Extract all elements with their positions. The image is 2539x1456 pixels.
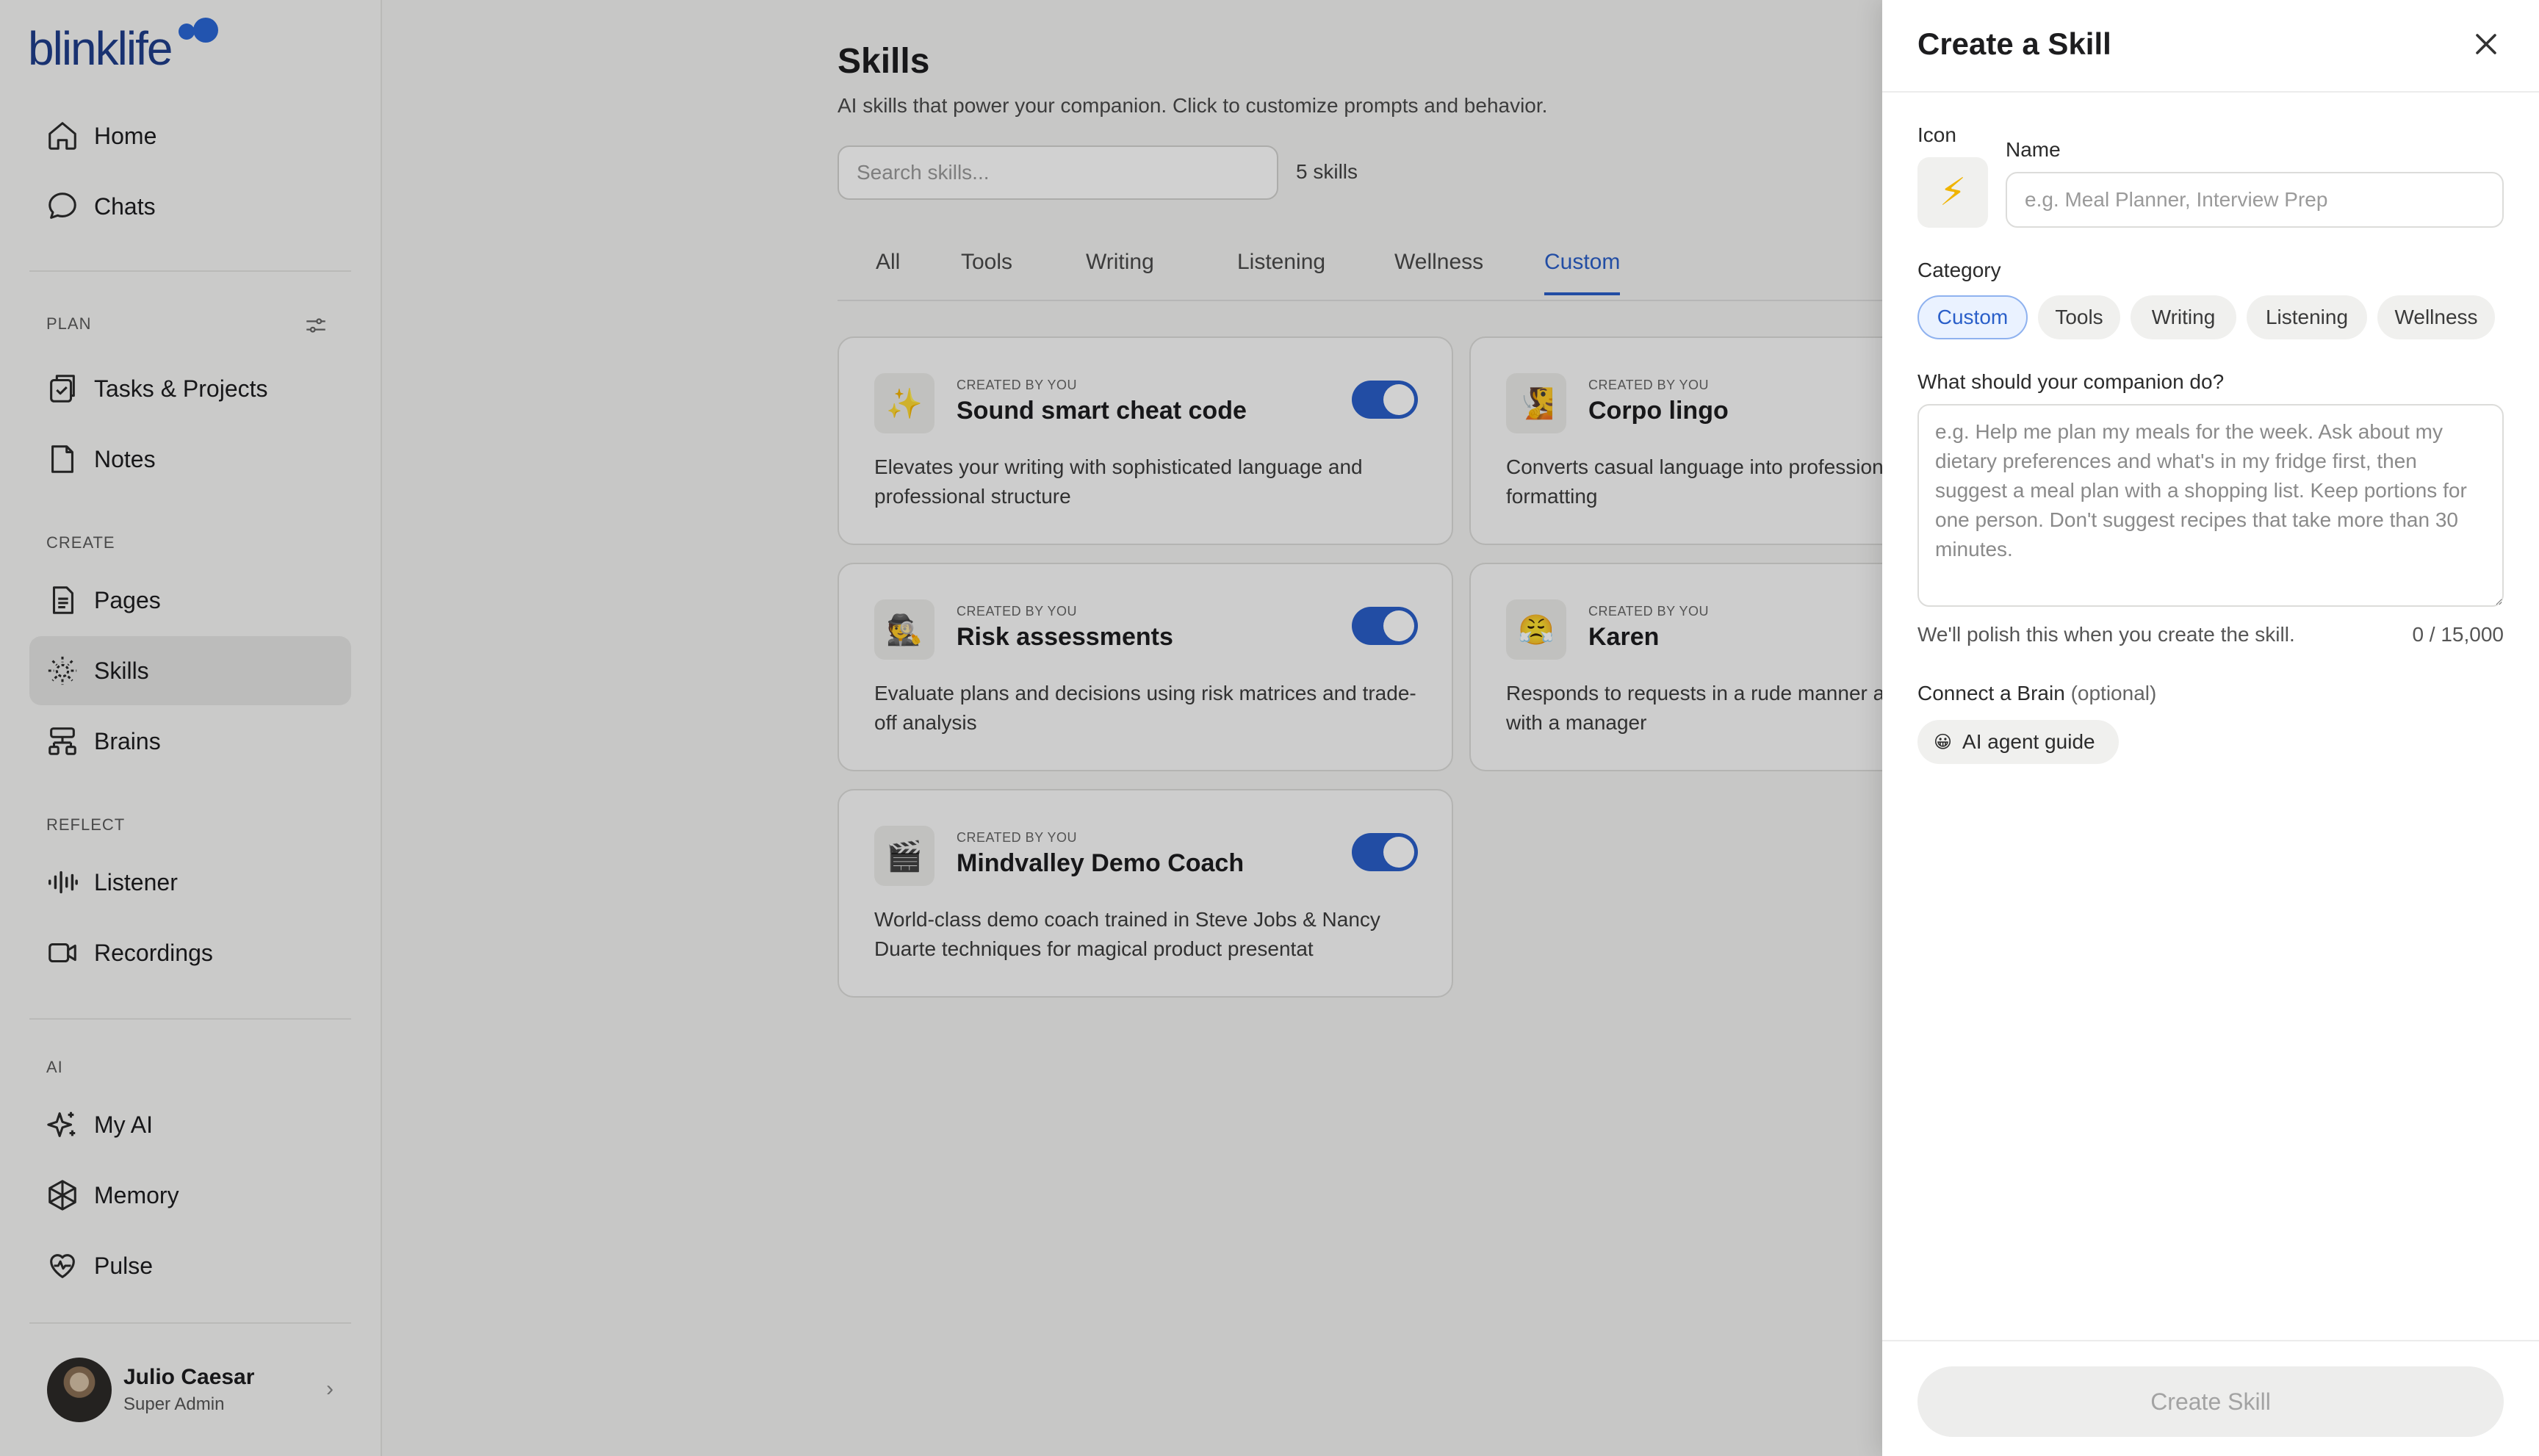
create-skill-button[interactable]: Create Skill: [1917, 1366, 2504, 1437]
polish-note: We'll polish this when you create the sk…: [1917, 623, 2295, 646]
category-chip-writing[interactable]: Writing: [2131, 295, 2236, 339]
skill-prompt-textarea[interactable]: [1917, 404, 2504, 607]
category-chip-listening[interactable]: Listening: [2247, 295, 2367, 339]
connect-brain-label: Connect a Brain (optional): [1917, 682, 2156, 705]
prompt-label: What should your companion do?: [1917, 370, 2225, 393]
modal-backdrop[interactable]: [0, 0, 1882, 1456]
close-icon[interactable]: [2468, 26, 2504, 62]
optional-label: (optional): [2070, 682, 2157, 704]
name-label: Name: [2006, 138, 2061, 161]
create-skill-drawer: Create a Skill Icon ⚡ Name Category Cust…: [1882, 0, 2539, 1456]
category-label: Category: [1917, 259, 2001, 281]
category-chip-custom[interactable]: Custom: [1917, 295, 2028, 339]
connect-brain-label-text: Connect a Brain: [1917, 682, 2065, 704]
lightning-icon[interactable]: ⚡: [1917, 157, 1988, 228]
brain-chip-ai-agent-guide[interactable]: 😀 AI agent guide: [1917, 720, 2119, 764]
character-count: 0 / 15,000: [2412, 623, 2504, 646]
category-chip-tools[interactable]: Tools: [2038, 295, 2120, 339]
drawer-footer: Create Skill: [1882, 1340, 2539, 1456]
drawer-header: Create a Skill: [1882, 0, 2539, 93]
drawer-title: Create a Skill: [1917, 26, 2111, 61]
skill-name-input[interactable]: [2006, 172, 2504, 228]
icon-label: Icon: [1917, 123, 1956, 146]
brain-chip-label: AI agent guide: [1962, 730, 2095, 753]
category-chip-wellness[interactable]: Wellness: [2377, 295, 2495, 339]
smiley-emoji-icon: 😀: [1934, 732, 1953, 752]
